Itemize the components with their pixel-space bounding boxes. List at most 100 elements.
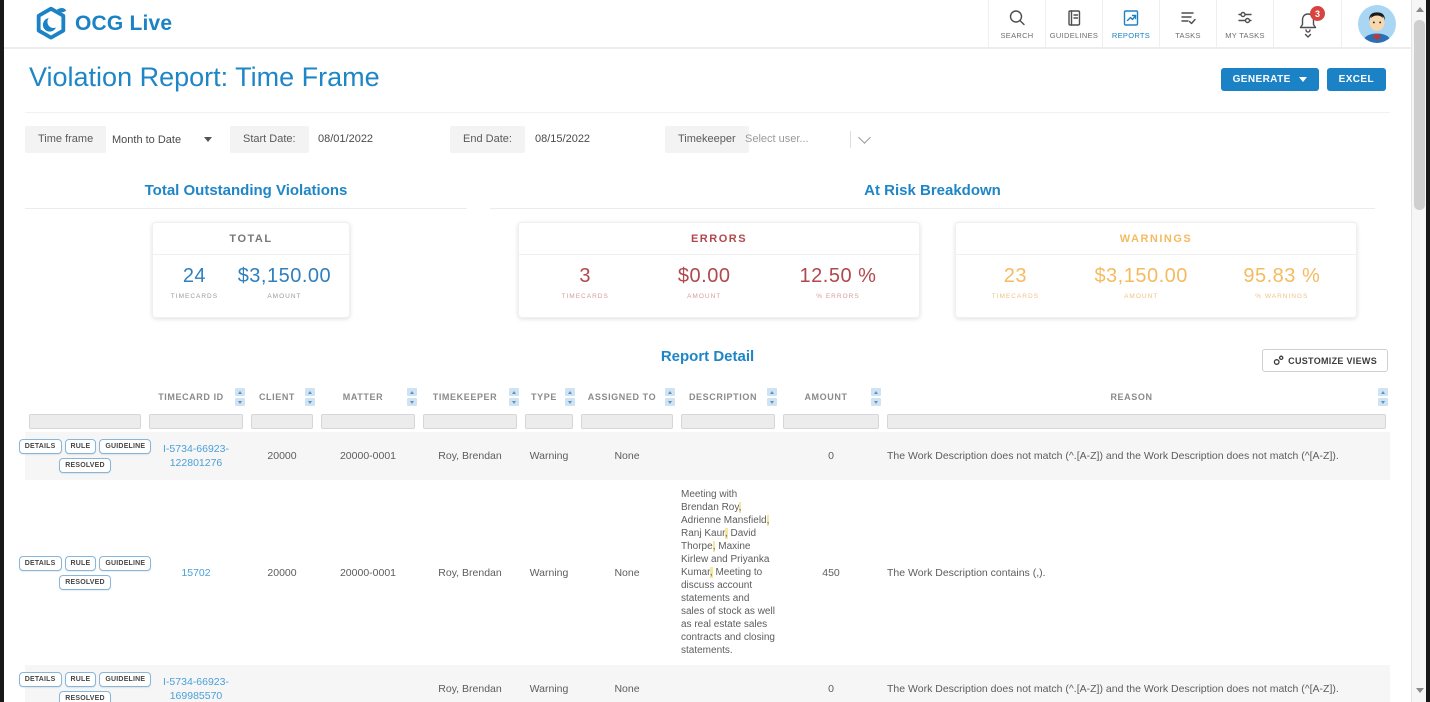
- sort-asc-icon[interactable]: [871, 388, 881, 396]
- sort-asc-icon[interactable]: [305, 388, 315, 396]
- errors-card-title: ERRORS: [519, 223, 919, 255]
- timecard-id-link[interactable]: I-5734-66923-169985570: [145, 669, 247, 702]
- sort-desc-icon[interactable]: [565, 398, 575, 406]
- reason-cell: The Work Description does not match (^.[…: [883, 676, 1390, 702]
- ocg-hexagon-logo-icon: [34, 5, 68, 43]
- sort-control[interactable]: [565, 388, 575, 406]
- assigned-to-cell: None: [577, 443, 677, 469]
- reason-cell: The Work Description does not match (^.[…: [883, 443, 1390, 469]
- reports-chart-icon: [1121, 8, 1141, 28]
- scroll-down-icon[interactable]: [1412, 683, 1427, 698]
- guideline-button[interactable]: GUIDELINE: [99, 439, 151, 454]
- sort-control[interactable]: [767, 388, 777, 406]
- details-button[interactable]: DETAILS: [19, 439, 62, 454]
- time-frame-dropdown-arrow-icon: [204, 137, 212, 142]
- time-frame-select[interactable]: Month to Date: [112, 126, 212, 153]
- sort-asc-icon[interactable]: [509, 388, 519, 396]
- sort-asc-icon[interactable]: [235, 388, 245, 396]
- sort-control[interactable]: [305, 388, 315, 406]
- row-actions: DETAILS RULE GUIDELINE RESOLVED: [25, 665, 145, 702]
- sort-desc-icon[interactable]: [305, 398, 315, 406]
- filter-type-input[interactable]: [525, 414, 573, 429]
- rule-button[interactable]: RULE: [65, 556, 97, 571]
- rule-button[interactable]: RULE: [65, 439, 97, 454]
- reason-cell: The Work Description contains (,).: [883, 560, 1390, 586]
- filter-amount-input[interactable]: [783, 414, 879, 429]
- sort-asc-icon[interactable]: [665, 388, 675, 396]
- nav-item-guidelines[interactable]: GUIDELINES: [1045, 0, 1102, 47]
- end-date-value[interactable]: 08/15/2022: [535, 126, 590, 153]
- amount-cell: 450: [779, 560, 883, 586]
- sort-control[interactable]: [509, 388, 519, 406]
- resolved-button[interactable]: RESOLVED: [59, 458, 111, 473]
- guideline-button[interactable]: GUIDELINE: [99, 672, 151, 687]
- sort-asc-icon[interactable]: [767, 388, 777, 396]
- filter-assigned-to-input[interactable]: [581, 414, 673, 429]
- errors-card: ERRORS 3 TIMECARDS $0.00 AMOUNT 12.50 % …: [518, 222, 920, 318]
- sort-control[interactable]: [871, 388, 881, 406]
- sort-asc-icon[interactable]: [407, 388, 417, 396]
- details-button[interactable]: DETAILS: [19, 672, 62, 687]
- resolved-button[interactable]: RESOLVED: [59, 691, 111, 702]
- filter-matter-input[interactable]: [321, 414, 415, 429]
- timekeeper-select[interactable]: Select user...: [745, 126, 809, 153]
- report-detail-title: Report Detail: [25, 348, 1390, 365]
- filter-timecard-id-input[interactable]: [149, 414, 243, 429]
- details-button[interactable]: DETAILS: [19, 556, 62, 571]
- user-menu[interactable]: [1341, 0, 1411, 47]
- errors-percent-value: 12.50 %: [800, 265, 877, 288]
- nav-item-search[interactable]: SEARCH: [988, 0, 1045, 47]
- nav-item-label: REPORTS: [1112, 31, 1150, 40]
- sort-desc-icon[interactable]: [509, 398, 519, 406]
- customize-gears-icon: [1273, 355, 1284, 366]
- errors-percent-label: % ERRORS: [800, 293, 877, 300]
- filter-description-input[interactable]: [681, 414, 775, 429]
- warnings-percent-value: 95.83 %: [1243, 265, 1320, 288]
- sort-desc-icon[interactable]: [235, 398, 245, 406]
- sort-asc-icon[interactable]: [565, 388, 575, 396]
- sort-control[interactable]: [665, 388, 675, 406]
- sort-control[interactable]: [1378, 388, 1388, 406]
- errors-timecards-value: 3: [562, 265, 609, 288]
- rule-button[interactable]: RULE: [65, 672, 97, 687]
- matter-cell: 20000-0001: [317, 443, 419, 469]
- sort-asc-icon[interactable]: [1378, 388, 1388, 396]
- brand-logo[interactable]: OCG Live: [34, 5, 172, 43]
- timecard-id-link[interactable]: 15702: [145, 560, 247, 586]
- description-cell: Meeting with Brendan Roy, Adrienne Mansf…: [677, 480, 779, 665]
- sort-control[interactable]: [407, 388, 417, 406]
- filter-actions-input[interactable]: [29, 414, 141, 429]
- generate-button[interactable]: GENERATE: [1221, 68, 1319, 91]
- nav-item-reports[interactable]: REPORTS: [1102, 0, 1159, 47]
- sort-desc-icon[interactable]: [665, 398, 675, 406]
- vertical-scrollbar[interactable]: [1411, 0, 1426, 702]
- sort-desc-icon[interactable]: [407, 398, 417, 406]
- resolved-button[interactable]: RESOLVED: [59, 575, 111, 590]
- errors-timecards-label: TIMECARDS: [562, 293, 609, 300]
- filter-timekeeper-input[interactable]: [423, 414, 517, 429]
- guideline-button[interactable]: GUIDELINE: [99, 556, 151, 571]
- filter-reason-input[interactable]: [887, 414, 1386, 429]
- warnings-amount-value: $3,150.00: [1094, 265, 1187, 288]
- matter-cell: [317, 683, 419, 695]
- timecard-id-link[interactable]: I-5734-66923-122801276: [145, 436, 247, 476]
- total-timecards-label: TIMECARDS: [171, 293, 218, 300]
- header-type: TYPE: [521, 384, 577, 410]
- start-date-value[interactable]: 08/01/2022: [318, 126, 373, 153]
- nav-item-tasks[interactable]: TASKS: [1159, 0, 1216, 47]
- sort-control[interactable]: [235, 388, 245, 406]
- timekeeper-dropdown-button[interactable]: [860, 126, 880, 153]
- client-cell: 20000: [247, 560, 317, 586]
- filter-client-input[interactable]: [251, 414, 313, 429]
- sort-desc-icon[interactable]: [1378, 398, 1388, 406]
- excel-button[interactable]: EXCEL: [1327, 68, 1386, 91]
- customize-views-button[interactable]: CUSTOMIZE VIEWS: [1262, 349, 1388, 372]
- nav-item-my-tasks[interactable]: MY TASKS: [1216, 0, 1273, 47]
- scroll-up-icon[interactable]: [1412, 2, 1427, 17]
- sort-desc-icon[interactable]: [767, 398, 777, 406]
- sort-desc-icon[interactable]: [871, 398, 881, 406]
- notifications-button[interactable]: 3: [1273, 0, 1341, 47]
- table-row: DETAILS RULE GUIDELINE RESOLVED I-5734-6…: [25, 432, 1390, 480]
- total-timecards-value: 24: [171, 265, 218, 288]
- scrollbar-thumb[interactable]: [1414, 20, 1425, 210]
